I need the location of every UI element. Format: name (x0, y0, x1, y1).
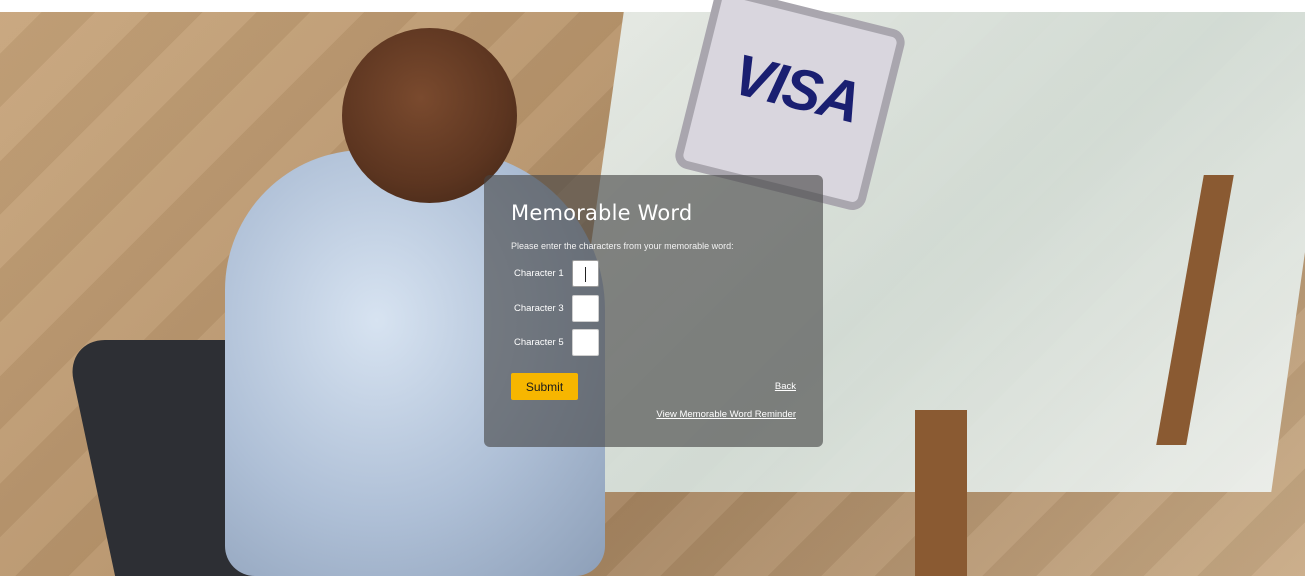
dialog-title: Memorable Word (511, 201, 693, 225)
character-1-input[interactable] (572, 260, 599, 287)
character-1-label: Character 1 (514, 268, 564, 279)
character-5-input[interactable] (572, 329, 599, 356)
submit-button[interactable]: Submit (511, 373, 578, 400)
character-3-label: Character 3 (514, 303, 564, 314)
character-5-label: Character 5 (514, 337, 564, 348)
character-3-input[interactable] (572, 295, 599, 322)
dialog-instruction: Please enter the characters from your me… (511, 241, 734, 251)
back-link[interactable]: Back (775, 381, 796, 392)
memorable-word-reminder-link[interactable]: View Memorable Word Reminder (656, 409, 796, 420)
text-caret (585, 267, 586, 282)
visa-logo: VISA (726, 41, 867, 136)
top-white-band (0, 0, 1305, 12)
desk-leg (915, 410, 967, 576)
memorable-word-dialog: Memorable Word Please enter the characte… (484, 175, 823, 447)
